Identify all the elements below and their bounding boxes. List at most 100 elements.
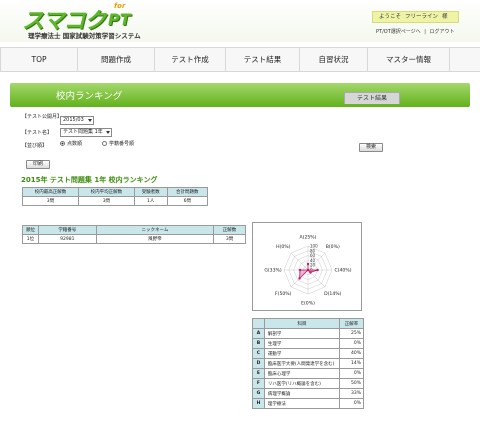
table-header-row: 校内最高正解数 校内平均正解数 受験者数 合計問題数	[22, 187, 209, 197]
welcome-suffix: 様	[442, 14, 448, 20]
test-date-value: 2015/03	[63, 117, 84, 123]
table-cell: 3問	[22, 196, 79, 206]
logo-pt-text: PT	[108, 10, 131, 29]
test-date-label: 【テスト公開月】	[22, 114, 63, 120]
radar-axis-label: F(50%)	[275, 291, 292, 297]
table-row: H 理学療法 0%	[252, 398, 364, 409]
category-rate: 50%	[339, 378, 364, 389]
nav-test-results[interactable]: テスト結果	[226, 48, 300, 71]
category-letter: H	[252, 398, 265, 409]
table-row: F リハ医学(リハ概論を含む) 50%	[252, 378, 364, 389]
radar-axis-label: D(14%)	[324, 291, 342, 297]
ranking-table: 順位 学籍番号 ニックネーム 正解数 1位 92981 風野帝 3問	[22, 225, 246, 244]
logo-for-text: for	[114, 2, 126, 10]
radio-sort-number[interactable]: 学籍番号順	[102, 141, 134, 148]
table-cell: 3問	[213, 234, 246, 244]
radar-axis-label: E(0%)	[301, 301, 315, 307]
radar-data-point	[306, 268, 310, 272]
chevron-down-icon	[106, 131, 110, 134]
logout-link[interactable]: ログアウト	[430, 29, 455, 35]
header: スマコク for PT 理学療法士 国家試験対策学習システム ようこそ フリーライ…	[0, 0, 480, 42]
table-header-cell: 学籍番号	[37, 225, 97, 235]
category-letter: A	[252, 328, 265, 339]
test-name-value: テスト問題集 1年	[63, 129, 103, 135]
radio-number-label: 学籍番号順	[109, 141, 135, 147]
chevron-down-icon	[88, 119, 92, 122]
category-rate: 0%	[339, 398, 364, 409]
search-button[interactable]: 検索	[359, 143, 383, 152]
table-cell: 風野帝	[95, 234, 215, 244]
sort-label: 【並び順】	[22, 143, 48, 149]
page-title: 校内ランキング	[56, 91, 123, 102]
nav-top[interactable]: TOP	[0, 48, 78, 71]
category-name: 臨床医学大要(人間発達学を含む)	[263, 358, 341, 369]
category-rate: 33%	[339, 388, 364, 399]
nav-test-create[interactable]: テスト作成	[155, 48, 226, 71]
radar-data-point	[306, 262, 310, 266]
radar-data-point	[298, 277, 301, 280]
radar-chart: 100806040200A(25%)B(0%)C(40%)D(14%)E(0%)…	[252, 222, 362, 311]
category-name: 病理学概論	[263, 388, 341, 399]
print-button[interactable]: 印刷	[26, 160, 50, 169]
test-date-select[interactable]: 2015/03	[60, 116, 94, 125]
table-row: A 解剖学 25%	[252, 328, 364, 339]
tab-test-results[interactable]: テスト結果	[344, 92, 400, 104]
category-letter: F	[252, 378, 265, 389]
category-name: 解剖学	[263, 328, 341, 339]
category-table: 科目 正解率 A 解剖学 25% B 生理学 0% C 運動学 40% D 臨床医学大要(人間…	[252, 318, 364, 409]
page-banner: 校内ランキング テスト結果	[10, 83, 470, 107]
radio-unselected-icon	[102, 141, 107, 146]
table-header-cell: 受験者数	[133, 187, 168, 197]
table-header-cell: 合計問題数	[166, 187, 209, 197]
table-header-cell: 正解数	[213, 225, 246, 235]
table-cell: 92981	[37, 234, 97, 244]
table-row: G 病理学概論 33%	[252, 388, 364, 399]
category-name: 理学療法	[263, 398, 341, 409]
nav-question-create[interactable]: 問題作成	[78, 48, 155, 71]
radar-axis-label: H(0%)	[276, 244, 291, 250]
table-header-cell: 科目	[263, 318, 341, 329]
radio-selected-icon	[60, 141, 65, 146]
category-letter: E	[252, 368, 265, 379]
radar-axis-label: G(33%)	[264, 268, 282, 274]
ranking-section-title: 2015年 テスト問題集 1年 校内ランキング	[21, 176, 158, 184]
table-cell: 1位	[22, 234, 39, 244]
app-subtitle: 理学療法士 国家試験対策学習システム	[28, 32, 141, 40]
radar-axis-label: C(40%)	[334, 268, 351, 274]
radar-chart-svg: 100806040200A(25%)B(0%)C(40%)D(14%)E(0%)…	[264, 235, 351, 307]
table-row: B 生理学 0%	[252, 338, 364, 349]
table-row: C 運動学 40%	[252, 348, 364, 359]
category-letter: C	[252, 348, 265, 359]
table-header-cell: 順位	[22, 225, 39, 235]
radio-sort-score[interactable]: 点数順	[60, 141, 82, 148]
table-header-cell: 校内最高正解数	[22, 187, 79, 197]
radar-axis-label: B(0%)	[326, 244, 340, 250]
table-cell: 6問	[166, 196, 209, 206]
radar-data-point	[298, 268, 302, 272]
summary-table: 校内最高正解数 校内平均正解数 受験者数 合計問題数 3問 3問 1人 6問	[22, 187, 209, 206]
table-header-row: 順位 学籍番号 ニックネーム 正解数	[22, 225, 246, 235]
category-name: リハ医学(リハ概論を含む)	[263, 378, 341, 389]
category-rate: 0%	[339, 338, 364, 349]
category-rate: 14%	[339, 358, 364, 369]
category-name: 臨床心理学	[263, 368, 341, 379]
test-name-label: 【テスト名】	[22, 130, 53, 136]
table-cell: 3問	[77, 196, 135, 206]
radar-data-point	[316, 268, 319, 272]
app-logo[interactable]: スマコク for PT	[22, 2, 142, 34]
table-row: D 臨床医学大要(人間発達学を含む) 14%	[252, 358, 364, 369]
test-name-select[interactable]: テスト問題集 1年	[60, 128, 112, 137]
nav-self-study[interactable]: 自習状況	[300, 48, 368, 71]
table-header-cell: ニックネーム	[95, 225, 215, 235]
nav-master-info[interactable]: マスター情報	[368, 48, 450, 71]
category-letter: B	[252, 338, 265, 349]
category-rate: 25%	[339, 328, 364, 339]
table-header-cell: 正解率	[339, 318, 364, 329]
radio-score-label: 点数順	[67, 141, 83, 147]
category-name: 運動学	[263, 348, 341, 359]
main-nav: TOP 問題作成 テスト作成 テスト結果 自習状況 マスター情報	[0, 47, 480, 72]
table-header-row: 科目 正解率	[252, 318, 364, 329]
pt-ot-switch-link[interactable]: PT/OT選択ページへ	[376, 29, 421, 35]
link-separator: |	[424, 29, 426, 35]
category-letter: G	[252, 388, 265, 399]
